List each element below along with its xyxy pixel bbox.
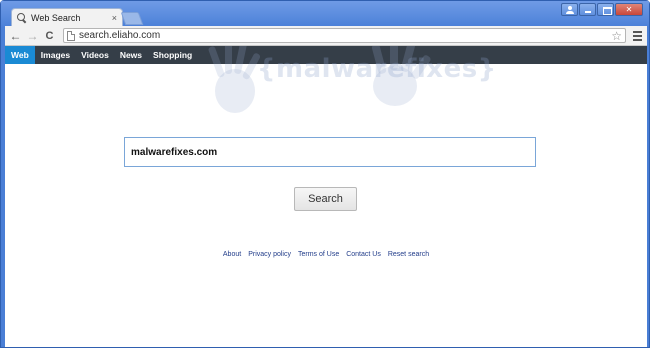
nav-item-images[interactable]: Images [36,46,75,64]
close-tab-icon[interactable]: × [112,13,117,23]
menu-icon[interactable] [630,28,644,43]
window-controls: ✕ [561,3,643,16]
maximize-button[interactable] [597,3,614,16]
back-button[interactable]: ← [8,28,23,43]
footer-link-about[interactable]: About [223,251,241,258]
forward-button[interactable]: → [25,28,40,43]
nav-item-videos[interactable]: Videos [76,46,114,64]
browser-window: Web Search × ✕ ← → C search.eliaho.com ☆… [0,0,650,348]
nav-item-shopping[interactable]: Shopping [148,46,197,64]
search-category-nav: Web Images Videos News Shopping [5,46,647,64]
new-tab-button[interactable] [120,12,144,25]
close-icon: ✕ [625,5,633,14]
bookmark-star-icon[interactable]: ☆ [611,29,622,43]
page-icon [67,30,75,41]
address-bar[interactable]: search.eliaho.com ☆ [63,28,626,43]
search-input[interactable] [124,137,536,167]
url-text[interactable]: search.eliaho.com [79,30,611,41]
search-button[interactable]: Search [294,187,357,211]
page-content: Web Images Videos News Shopping {malware… [5,46,647,347]
nav-item-news[interactable]: News [115,46,147,64]
tab-web-search[interactable]: Web Search × [11,8,123,27]
reload-button[interactable]: C [42,28,57,43]
footer-link-privacy[interactable]: Privacy policy [248,251,291,258]
search-icon [17,13,27,23]
tab-title: Web Search [31,13,81,23]
nav-item-web[interactable]: Web [5,46,35,64]
browser-toolbar: ← → C search.eliaho.com ☆ [5,26,647,46]
footer-link-terms[interactable]: Terms of Use [298,251,339,258]
close-window-button[interactable]: ✕ [615,3,643,16]
footer-link-contact[interactable]: Contact Us [346,251,381,258]
title-bar: Web Search × ✕ [1,1,649,27]
user-icon[interactable] [561,3,578,16]
minimize-button[interactable] [579,3,596,16]
footer-links: About Privacy policy Terms of Use Contac… [5,251,647,258]
footer-link-reset[interactable]: Reset search [388,251,429,258]
